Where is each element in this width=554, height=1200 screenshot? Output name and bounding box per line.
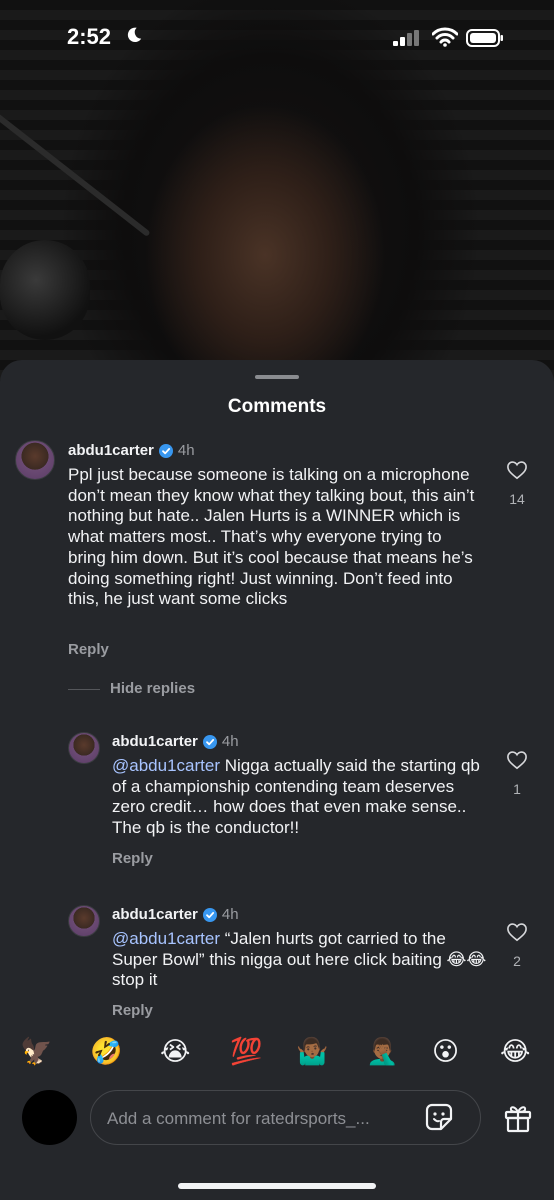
comments-sheet: Comments abdu1carter 4h Ppl just because…	[0, 360, 554, 1200]
comment-input-placeholder: Add a comment for ratedrsports_...	[107, 1109, 370, 1128]
mic-arm	[0, 109, 151, 237]
status-time: 2:52	[67, 24, 112, 49]
moon-icon	[127, 27, 142, 43]
status-bar: 2:52	[0, 0, 554, 80]
home-indicator[interactable]	[178, 1183, 376, 1189]
sticker-icon[interactable]	[424, 1102, 454, 1132]
emoji-reaction-bar: 🦅 🤣 😭 💯 🤷🏾‍♂️ 🤦🏾‍♂️ 😮 😂	[0, 1030, 554, 1074]
signal-icon	[393, 30, 419, 46]
comment-age: 4h	[221, 906, 239, 923]
heart-icon	[507, 923, 527, 942]
emoji-surprised[interactable]: 😮	[432, 1035, 459, 1069]
avatar[interactable]	[68, 905, 100, 937]
comment-text: @abdu1carter “Jalen hurts got carried to…	[112, 929, 487, 991]
emoji-laughing[interactable]: 😂	[500, 1035, 530, 1069]
reply-button[interactable]: Reply	[112, 1002, 153, 1019]
emoji-eagle[interactable]: 🦅	[20, 1035, 52, 1069]
battery-icon	[466, 29, 503, 47]
mention-link[interactable]: @abdu1carter	[112, 929, 220, 948]
like-button[interactable]: 2	[505, 922, 529, 969]
microphone	[0, 240, 90, 340]
emoji-rofl[interactable]: 🤣	[90, 1035, 122, 1069]
comment-header: abdu1carter 4h	[112, 906, 239, 923]
my-avatar	[22, 1090, 77, 1145]
wifi-icon	[432, 27, 458, 47]
emoji-facepalm[interactable]: 🤦🏾‍♂️	[366, 1035, 398, 1069]
username[interactable]: abdu1carter	[112, 906, 198, 923]
emoji-shrug[interactable]: 🤷🏾‍♂️	[296, 1035, 328, 1069]
comment-input[interactable]: Add a comment for ratedrsports_...	[90, 1090, 481, 1145]
gift-icon[interactable]	[502, 1102, 534, 1134]
verified-badge-icon	[202, 907, 217, 922]
like-count: 2	[513, 953, 521, 969]
emoji-crying[interactable]: 😭	[160, 1035, 190, 1069]
reply-comment: abdu1carter 4h @abdu1carter “Jalen hurts…	[0, 360, 554, 1020]
emoji-hundred[interactable]: 💯	[230, 1035, 262, 1069]
